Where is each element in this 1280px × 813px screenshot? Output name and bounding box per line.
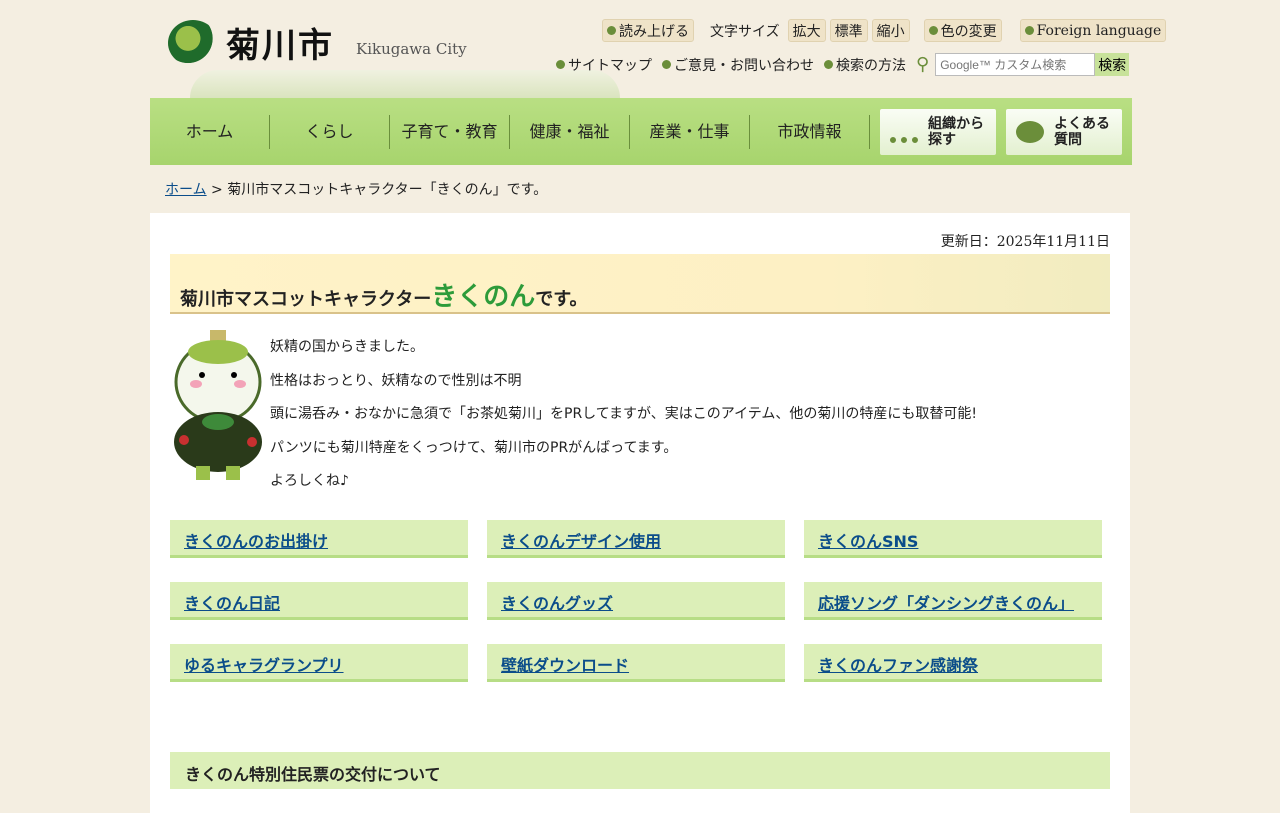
link-diary[interactable]: きくのん日記 [184, 594, 280, 613]
logo-text: 菊川市 [226, 26, 334, 66]
read-aloud-button[interactable]: 読み上げる [602, 19, 694, 42]
breadcrumb-home[interactable]: ホーム [165, 182, 207, 198]
breadcrumb-separator: > [211, 182, 223, 198]
org-chart-icon [890, 121, 918, 143]
bullet-icon [607, 26, 616, 35]
breadcrumb-current: 菊川市マスコットキャラクター「きくのん」です。 [227, 182, 548, 198]
main-content: 更新日：2025年11月11日 菊川市マスコットキャラクターきくのんです。 妖精… [150, 213, 1130, 813]
search-button[interactable]: 検索 [1095, 53, 1130, 76]
nav-city-info[interactable]: 市政情報 [750, 114, 870, 149]
bullet-icon [928, 26, 938, 35]
opinion-link[interactable]: ご意見・お問い合わせ [662, 55, 814, 75]
nav-home[interactable]: ホーム [150, 114, 270, 149]
font-size-label: 文字サイズ [710, 23, 780, 40]
sitemap-label: サイトマップ [568, 57, 652, 74]
breadcrumb: ホーム > 菊川市マスコットキャラクター「きくのん」です。 [165, 179, 547, 199]
link-grandprix[interactable]: ゆるキャラグランプリ [184, 656, 344, 675]
search-method-label: 検索の方法 [836, 57, 906, 74]
link-box: 壁紙ダウンロード [487, 644, 785, 682]
global-nav: ホーム くらし 子育て・教育 健康・福祉 産業・仕事 市政情報 組織から 探す … [150, 98, 1132, 165]
nav-childcare-education[interactable]: 子育て・教育 [390, 114, 510, 149]
color-change-label: 色の変更 [940, 23, 997, 40]
link-goods[interactable]: きくのんグッズ [501, 594, 613, 613]
link-design-use[interactable]: きくのんデザイン使用 [501, 532, 661, 551]
foreign-language-button[interactable]: Foreign language [1019, 19, 1167, 42]
link-wallpaper[interactable]: 壁紙ダウンロード [501, 656, 629, 675]
description-line: 妖精の国からきました。 [270, 339, 424, 355]
font-small-button[interactable]: 縮小 [871, 19, 910, 42]
logo-english: Kikugawa City [356, 39, 467, 58]
utility-links: サイトマップ ご意見・お問い合わせ 検索の方法 ⚲ 検索 [556, 53, 1130, 76]
faq-label: よくある 質問 [1054, 115, 1110, 148]
link-box: きくのんデザイン使用 [487, 520, 785, 558]
org-search-label: 組織から 探す [928, 115, 984, 148]
faq-button[interactable]: よくある 質問 [1006, 108, 1122, 155]
link-box: きくのんファン感謝祭 [804, 644, 1102, 682]
title-text: 菊川市マスコットキャラクター [180, 289, 432, 310]
color-change-button[interactable]: 色の変更 [923, 19, 1002, 42]
search-method-link[interactable]: 検索の方法 [824, 55, 906, 75]
section-heading: きくのん特別住民票の交付について [170, 752, 1110, 789]
search-icon: ⚲ [916, 54, 930, 75]
site-logo[interactable]: 菊川市 Kikugawa City [168, 18, 467, 67]
description-line: よろしくね♪ [270, 473, 349, 489]
foreign-language-label: Foreign language [1036, 22, 1162, 39]
description-line: 頭に湯呑み・おなかに急須で「お茶処菊川」をPRしてますが、実はこのアイテム、他の… [270, 406, 977, 422]
kikunon-mascot-image [174, 330, 262, 480]
utility-toolbar: 読み上げる 文字サイズ 拡大 標準 縮小 色の変更 Foreign langua… [602, 19, 1167, 42]
link-fan-festival[interactable]: きくのんファン感謝祭 [818, 656, 978, 675]
link-song[interactable]: 応援ソング「ダンシングきくのん」 [818, 594, 1074, 613]
search-input[interactable] [935, 53, 1096, 76]
page-title: 菊川市マスコットキャラクターきくのんです。 [170, 254, 1110, 314]
updated-date: 更新日：2025年11月11日 [940, 234, 1110, 250]
nav-health-welfare[interactable]: 健康・福祉 [510, 114, 630, 149]
bullet-icon [662, 60, 671, 69]
bullet-icon [1024, 26, 1034, 35]
opinion-label: ご意見・お問い合わせ [674, 57, 814, 74]
nav-industry-work[interactable]: 産業・仕事 [630, 114, 750, 149]
mascot-description: 妖精の国からきました。 性格はおっとり、妖精なので性別は不明 頭に湯呑み・おなか… [270, 331, 977, 499]
sitemap-link[interactable]: サイトマップ [556, 55, 652, 75]
link-outing[interactable]: きくのんのお出掛け [184, 532, 328, 551]
font-large-button[interactable]: 拡大 [787, 19, 826, 42]
link-box: きくのんSNS [804, 520, 1102, 558]
link-box: きくのんのお出掛け [170, 520, 468, 558]
link-box: きくのんグッズ [487, 582, 785, 620]
kikunon-logo-text: きくのん [431, 282, 536, 312]
speech-bubble-icon [1016, 120, 1044, 143]
logo-mark-icon [168, 19, 218, 66]
description-line: 性格はおっとり、妖精なので性別は不明 [270, 372, 522, 389]
description-line: パンツにも菊川特産をくっつけて、菊川市のPRがんばってます。 [270, 439, 678, 456]
title-suffix: です。 [535, 289, 588, 310]
link-sns[interactable]: きくのんSNS [818, 532, 918, 551]
read-aloud-label: 読み上げる [619, 23, 689, 40]
link-box: きくのん日記 [170, 582, 468, 620]
bullet-icon [824, 60, 833, 69]
nav-living[interactable]: くらし [270, 114, 390, 149]
font-standard-button[interactable]: 標準 [829, 19, 868, 42]
link-box: ゆるキャラグランプリ [170, 644, 468, 682]
bullet-icon [556, 60, 565, 69]
org-search-button[interactable]: 組織から 探す [880, 108, 996, 155]
link-box: 応援ソング「ダンシングきくのん」 [804, 582, 1102, 620]
